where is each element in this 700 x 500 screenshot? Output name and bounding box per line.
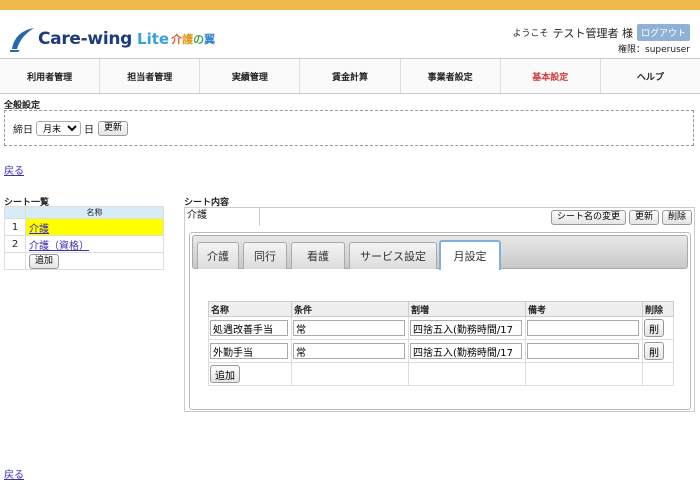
sheet-delete-button[interactable]: 削除: [661, 210, 692, 225]
sheet-row: 1 介護: [4, 218, 164, 236]
logo-lite: Lite: [137, 30, 170, 48]
col-note: 備考: [525, 301, 643, 317]
col-delete: 削除: [642, 301, 674, 317]
row-name-input[interactable]: [210, 343, 288, 359]
sheet-link-kaigo[interactable]: 介護: [29, 224, 49, 235]
tab-doko[interactable]: 同行: [243, 242, 287, 269]
nav-item-business[interactable]: 事業者設定: [401, 59, 501, 93]
row-add-button[interactable]: 追加: [210, 365, 240, 383]
col-premium: 割増: [408, 301, 526, 317]
sheet-actions: シート名の変更 更新 削除: [550, 210, 692, 225]
permission-text: 権限：superuser: [618, 45, 690, 55]
row-condition-input[interactable]: [293, 343, 405, 359]
sheet-content-head: 介護 シート名の変更 更新 削除: [185, 208, 694, 226]
closing-day-select[interactable]: 月末: [36, 121, 81, 136]
logout-button[interactable]: ログアウト: [636, 24, 690, 41]
row-note-input[interactable]: [527, 320, 639, 336]
sheet-row: 2 介護（資格）: [4, 235, 164, 253]
back-link-bottom[interactable]: 戻る: [4, 466, 24, 481]
sheet-update-button[interactable]: 更新: [628, 210, 659, 225]
tab-month-settings[interactable]: 月設定: [439, 240, 501, 270]
sheet-list-header: 名称: [4, 206, 164, 219]
col-name: 名称: [208, 301, 292, 317]
nav-item-staff[interactable]: 担当者管理: [100, 59, 201, 93]
row-premium-input[interactable]: [410, 343, 522, 359]
tab-kaigo[interactable]: 介護: [197, 242, 239, 269]
sheet-list-table: 名称 1 介護 2 介護（資格） 追加: [4, 206, 164, 270]
nav-item-users[interactable]: 利用者管理: [0, 59, 101, 93]
tab-service-settings[interactable]: サービス設定: [349, 242, 437, 269]
table-row: 削: [208, 316, 674, 340]
row-delete-button[interactable]: 削: [644, 319, 664, 337]
sheet-add-row: 追加: [4, 252, 164, 270]
nav-item-records[interactable]: 実績管理: [200, 59, 301, 93]
welcome-area: ようこそ テスト管理者 様 ログアウト: [512, 24, 690, 41]
nav-item-wages[interactable]: 賃金計算: [300, 59, 401, 93]
sheet-row-name-cell: 介護: [25, 218, 164, 236]
row-name-input[interactable]: [210, 320, 288, 336]
logo-japanese: 介護の翼: [171, 33, 216, 46]
closing-day-label: 締日: [13, 125, 33, 136]
sheet-content-panel: 介護 シート名の変更 更新 削除 介護 同行 看護 サービス設定 月設定 名称 …: [184, 207, 695, 412]
tab-kango[interactable]: 看護: [291, 242, 345, 269]
nav-item-basic-settings[interactable]: 基本設定: [501, 59, 601, 93]
sheet-row-name-cell: 介護（資格）: [25, 235, 164, 253]
closing-day-row: 締日 月末 日 更新: [13, 121, 129, 136]
row-delete-button[interactable]: 削: [644, 342, 664, 360]
header: Care-wing Lite 介護の翼 ようこそ テスト管理者 様 ログアウト …: [0, 10, 700, 58]
user-name: テスト管理者 様: [552, 26, 633, 40]
back-link-top[interactable]: 戻る: [4, 162, 24, 177]
add-row: 追加: [208, 362, 674, 386]
wing-logo-icon: [10, 28, 34, 52]
sheet-name-display: 介護: [185, 208, 260, 226]
col-condition: 条件: [291, 301, 409, 317]
general-settings-box: 締日 月末 日 更新: [4, 110, 694, 146]
logo-text: Care-wing: [38, 29, 133, 49]
main-nav: 利用者管理 担当者管理 実績管理 賃金計算 事業者設定 基本設定 ヘルプ: [0, 58, 700, 94]
sheet-add-button[interactable]: 追加: [29, 253, 60, 269]
general-update-button[interactable]: 更新: [98, 121, 129, 136]
tabs-bar: 介護 同行 看護 サービス設定 月設定: [192, 235, 688, 270]
tabs-container: 介護 同行 看護 サービス設定 月設定 名称 条件 割増 備考 削除 削: [189, 232, 691, 410]
month-settings-table: 名称 条件 割増 備考 削除 削 削 追加: [208, 301, 674, 386]
day-suffix: 日: [84, 125, 94, 136]
row-condition-input[interactable]: [293, 320, 405, 336]
logo: Care-wing Lite 介護の翼: [8, 24, 215, 54]
sheet-row-num: 1: [4, 218, 26, 236]
sheet-list-header-name: 名称: [25, 206, 164, 219]
table-row: 削: [208, 339, 674, 363]
welcome-text: ようこそ: [512, 29, 549, 39]
rename-sheet-button[interactable]: シート名の変更: [550, 210, 626, 225]
sheet-link-kaigo-qualified[interactable]: 介護（資格）: [29, 241, 89, 252]
row-premium-input[interactable]: [410, 320, 522, 336]
table-header: 名称 条件 割増 備考 削除: [208, 301, 674, 317]
row-note-input[interactable]: [527, 343, 639, 359]
nav-item-help[interactable]: ヘルプ: [601, 59, 700, 93]
sheet-row-num: 2: [4, 235, 26, 253]
top-accent-bar: [0, 0, 700, 10]
